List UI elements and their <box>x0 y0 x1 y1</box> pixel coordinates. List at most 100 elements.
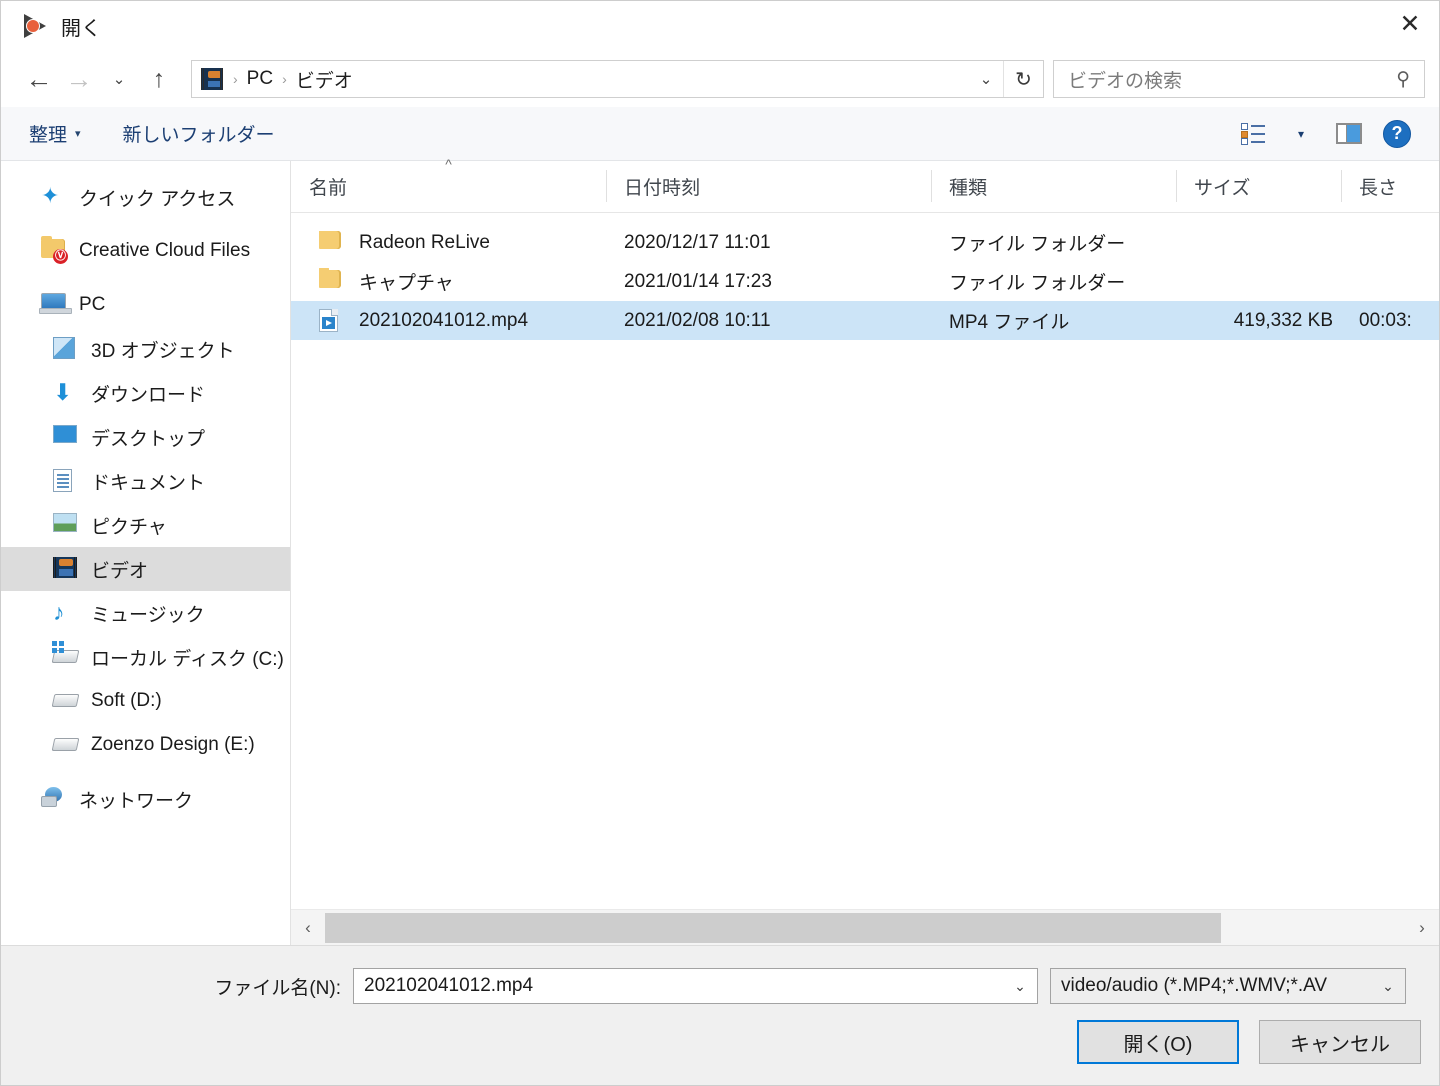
file-type: ファイル フォルダー <box>949 273 1126 294</box>
creative-cloud-folder-icon: Ⓥ <box>41 239 68 264</box>
sidebar-item-label: ピクチャ <box>91 516 167 538</box>
sidebar-item-downloads[interactable]: ⬇ ダウンロード <box>1 371 290 415</box>
sort-ascending-icon: ^ <box>445 156 452 172</box>
star-icon: ✦ <box>41 183 60 208</box>
table-row[interactable]: Radeon ReLive 2020/12/17 11:01 ファイル フォルダ… <box>291 223 1439 262</box>
sidebar-item-label: ミュージック <box>91 604 205 626</box>
refresh-icon[interactable]: ↻ <box>1003 61 1043 97</box>
sidebar-item-3d-objects[interactable]: 3D オブジェクト <box>1 327 290 371</box>
back-icon[interactable]: ← <box>19 59 59 99</box>
sidebar-item-music[interactable]: ♪ ミュージック <box>1 591 290 635</box>
file-date: 2020/12/17 11:01 <box>624 231 771 253</box>
organize-label: 整理 <box>29 125 68 146</box>
breadcrumb: › PC › ビデオ <box>192 66 969 93</box>
column-header-date[interactable]: 日付時刻 <box>606 160 931 212</box>
file-type: MP4 ファイル <box>949 312 1070 333</box>
preview-pane-button[interactable] <box>1327 116 1371 152</box>
sidebar-item-quick-access[interactable]: ✦ クイック アクセス <box>1 175 290 219</box>
column-header-label: 長さ <box>1359 177 1398 199</box>
sidebar-item-label: ネットワーク <box>79 790 194 812</box>
address-bar[interactable]: › PC › ビデオ ⌄ ↻ <box>191 60 1044 98</box>
file-date: 2021/02/08 10:11 <box>624 309 771 331</box>
sidebar-item-desktop[interactable]: デスクトップ <box>1 415 290 459</box>
sidebar-item-videos[interactable]: ビデオ <box>1 547 290 591</box>
sidebar-item-network[interactable]: ネットワーク <box>1 777 290 821</box>
preview-pane-icon <box>1336 123 1362 144</box>
table-row[interactable]: 202102041012.mp4 2021/02/08 10:11 MP4 ファ… <box>291 301 1439 340</box>
network-icon <box>41 787 67 811</box>
view-options-button[interactable] <box>1231 116 1275 152</box>
videos-folder-icon <box>201 68 223 90</box>
filename-label: ファイル名(N): <box>214 977 341 999</box>
up-icon[interactable]: ↑ <box>139 59 179 99</box>
recent-locations-icon[interactable]: ⌄ <box>99 59 139 99</box>
search-icon[interactable]: ⚲ <box>1390 68 1416 91</box>
dialog-body: ✦ クイック アクセス Ⓥ Creative Cloud Files PC 3D… <box>1 156 1440 945</box>
scroll-right-icon[interactable]: › <box>1405 910 1439 946</box>
address-dropdown-icon[interactable]: ⌄ <box>969 61 1003 97</box>
table-row[interactable]: キャプチャ 2021/01/14 17:23 ファイル フォルダー <box>291 262 1439 301</box>
new-folder-button[interactable]: 新しいフォルダー <box>123 120 275 147</box>
pc-icon <box>39 293 72 317</box>
file-name-cell: キャプチャ <box>291 268 606 295</box>
column-header-name[interactable]: ^ 名前 <box>291 156 606 212</box>
breadcrumb-separator-1: › <box>282 71 287 87</box>
breadcrumb-separator-0: › <box>233 71 238 87</box>
open-file-dialog: 開く ✕ ← → ⌄ ↑ › PC › ビデオ ⌄ ↻ ビデオの検索 ⚲ 整理 … <box>0 0 1440 1086</box>
chevron-down-icon[interactable]: ⌄ <box>1007 978 1033 995</box>
breadcrumb-item-videos[interactable]: ビデオ <box>292 66 357 93</box>
filename-row: ファイル名(N): 202102041012.mp4 ⌄ video/audio… <box>1 968 1421 1004</box>
navigation-sidebar: ✦ クイック アクセス Ⓥ Creative Cloud Files PC 3D… <box>1 161 291 945</box>
sidebar-item-pictures[interactable]: ピクチャ <box>1 503 290 547</box>
horizontal-scrollbar[interactable]: ‹ › <box>291 909 1439 945</box>
column-header-label: 種類 <box>949 177 988 199</box>
sidebar-item-label: ドキュメント <box>91 472 206 494</box>
column-header-label: 日付時刻 <box>624 177 701 199</box>
sidebar-item-label: クイック アクセス <box>79 188 236 210</box>
sidebar-item-creative-cloud-files[interactable]: Ⓥ Creative Cloud Files <box>1 229 290 273</box>
open-button[interactable]: 開く(O) <box>1077 1020 1239 1064</box>
folder-icon <box>319 269 345 294</box>
search-input[interactable]: ビデオの検索 ⚲ <box>1053 60 1425 98</box>
breadcrumb-item-pc[interactable]: PC <box>243 68 277 90</box>
file-length: 00:03: <box>1359 309 1412 331</box>
column-header-length[interactable]: 長さ <box>1341 160 1440 212</box>
pictures-icon <box>53 513 79 537</box>
sidebar-item-label: デスクトップ <box>91 428 206 450</box>
view-list-icon <box>1241 122 1265 145</box>
close-icon[interactable]: ✕ <box>1381 1 1439 47</box>
sidebar-item-label: ダウンロード <box>91 384 206 406</box>
sidebar-item-zoenzo-design-e[interactable]: Zoenzo Design (E:) <box>1 723 290 767</box>
column-header-size[interactable]: サイズ <box>1176 160 1341 212</box>
sidebar-item-pc[interactable]: PC <box>1 283 290 327</box>
sidebar-item-local-disk-c[interactable]: ローカル ディスク (C:) <box>1 635 290 679</box>
navigation-bar: ← → ⌄ ↑ › PC › ビデオ ⌄ ↻ ビデオの検索 ⚲ <box>1 51 1439 107</box>
sidebar-item-label: 3D オブジェクト <box>91 340 235 362</box>
drive-icon <box>51 689 80 713</box>
filename-value: 202102041012.mp4 <box>364 975 534 996</box>
scrollbar-track[interactable] <box>325 912 1405 943</box>
cancel-button[interactable]: キャンセル <box>1259 1020 1421 1064</box>
sidebar-item-documents[interactable]: ドキュメント <box>1 459 290 503</box>
view-dropdown-button[interactable]: ▾ <box>1279 116 1323 152</box>
column-header-type[interactable]: 種類 <box>931 160 1176 212</box>
download-icon: ⬇ <box>53 379 73 405</box>
scrollbar-thumb[interactable] <box>325 912 1222 943</box>
dialog-footer: ファイル名(N): 202102041012.mp4 ⌄ video/audio… <box>1 945 1439 1085</box>
file-type-filter-value: video/audio (*.MP4;*.WMV;*.AV <box>1061 975 1328 996</box>
filename-input[interactable]: 202102041012.mp4 ⌄ <box>353 968 1038 1004</box>
sidebar-item-label: ビデオ <box>91 560 149 582</box>
file-type-filter-select[interactable]: video/audio (*.MP4;*.WMV;*.AV ⌄ <box>1050 968 1406 1004</box>
chevron-down-icon: ⌄ <box>1382 977 1394 994</box>
column-header-label: 名前 <box>309 177 348 199</box>
sidebar-item-soft-d[interactable]: Soft (D:) <box>1 679 290 723</box>
scroll-left-icon[interactable]: ‹ <box>291 910 325 946</box>
help-button[interactable]: ? <box>1375 116 1419 152</box>
column-headers: ^ 名前 日付時刻 種類 サイズ 長さ <box>291 156 1440 213</box>
window-title: 開く <box>61 17 102 40</box>
forward-icon[interactable]: → <box>59 59 99 99</box>
file-name: キャプチャ <box>359 273 454 294</box>
sidebar-item-label: Creative Cloud Files <box>79 240 251 261</box>
organize-button[interactable]: 整理 ▾ <box>29 120 81 147</box>
